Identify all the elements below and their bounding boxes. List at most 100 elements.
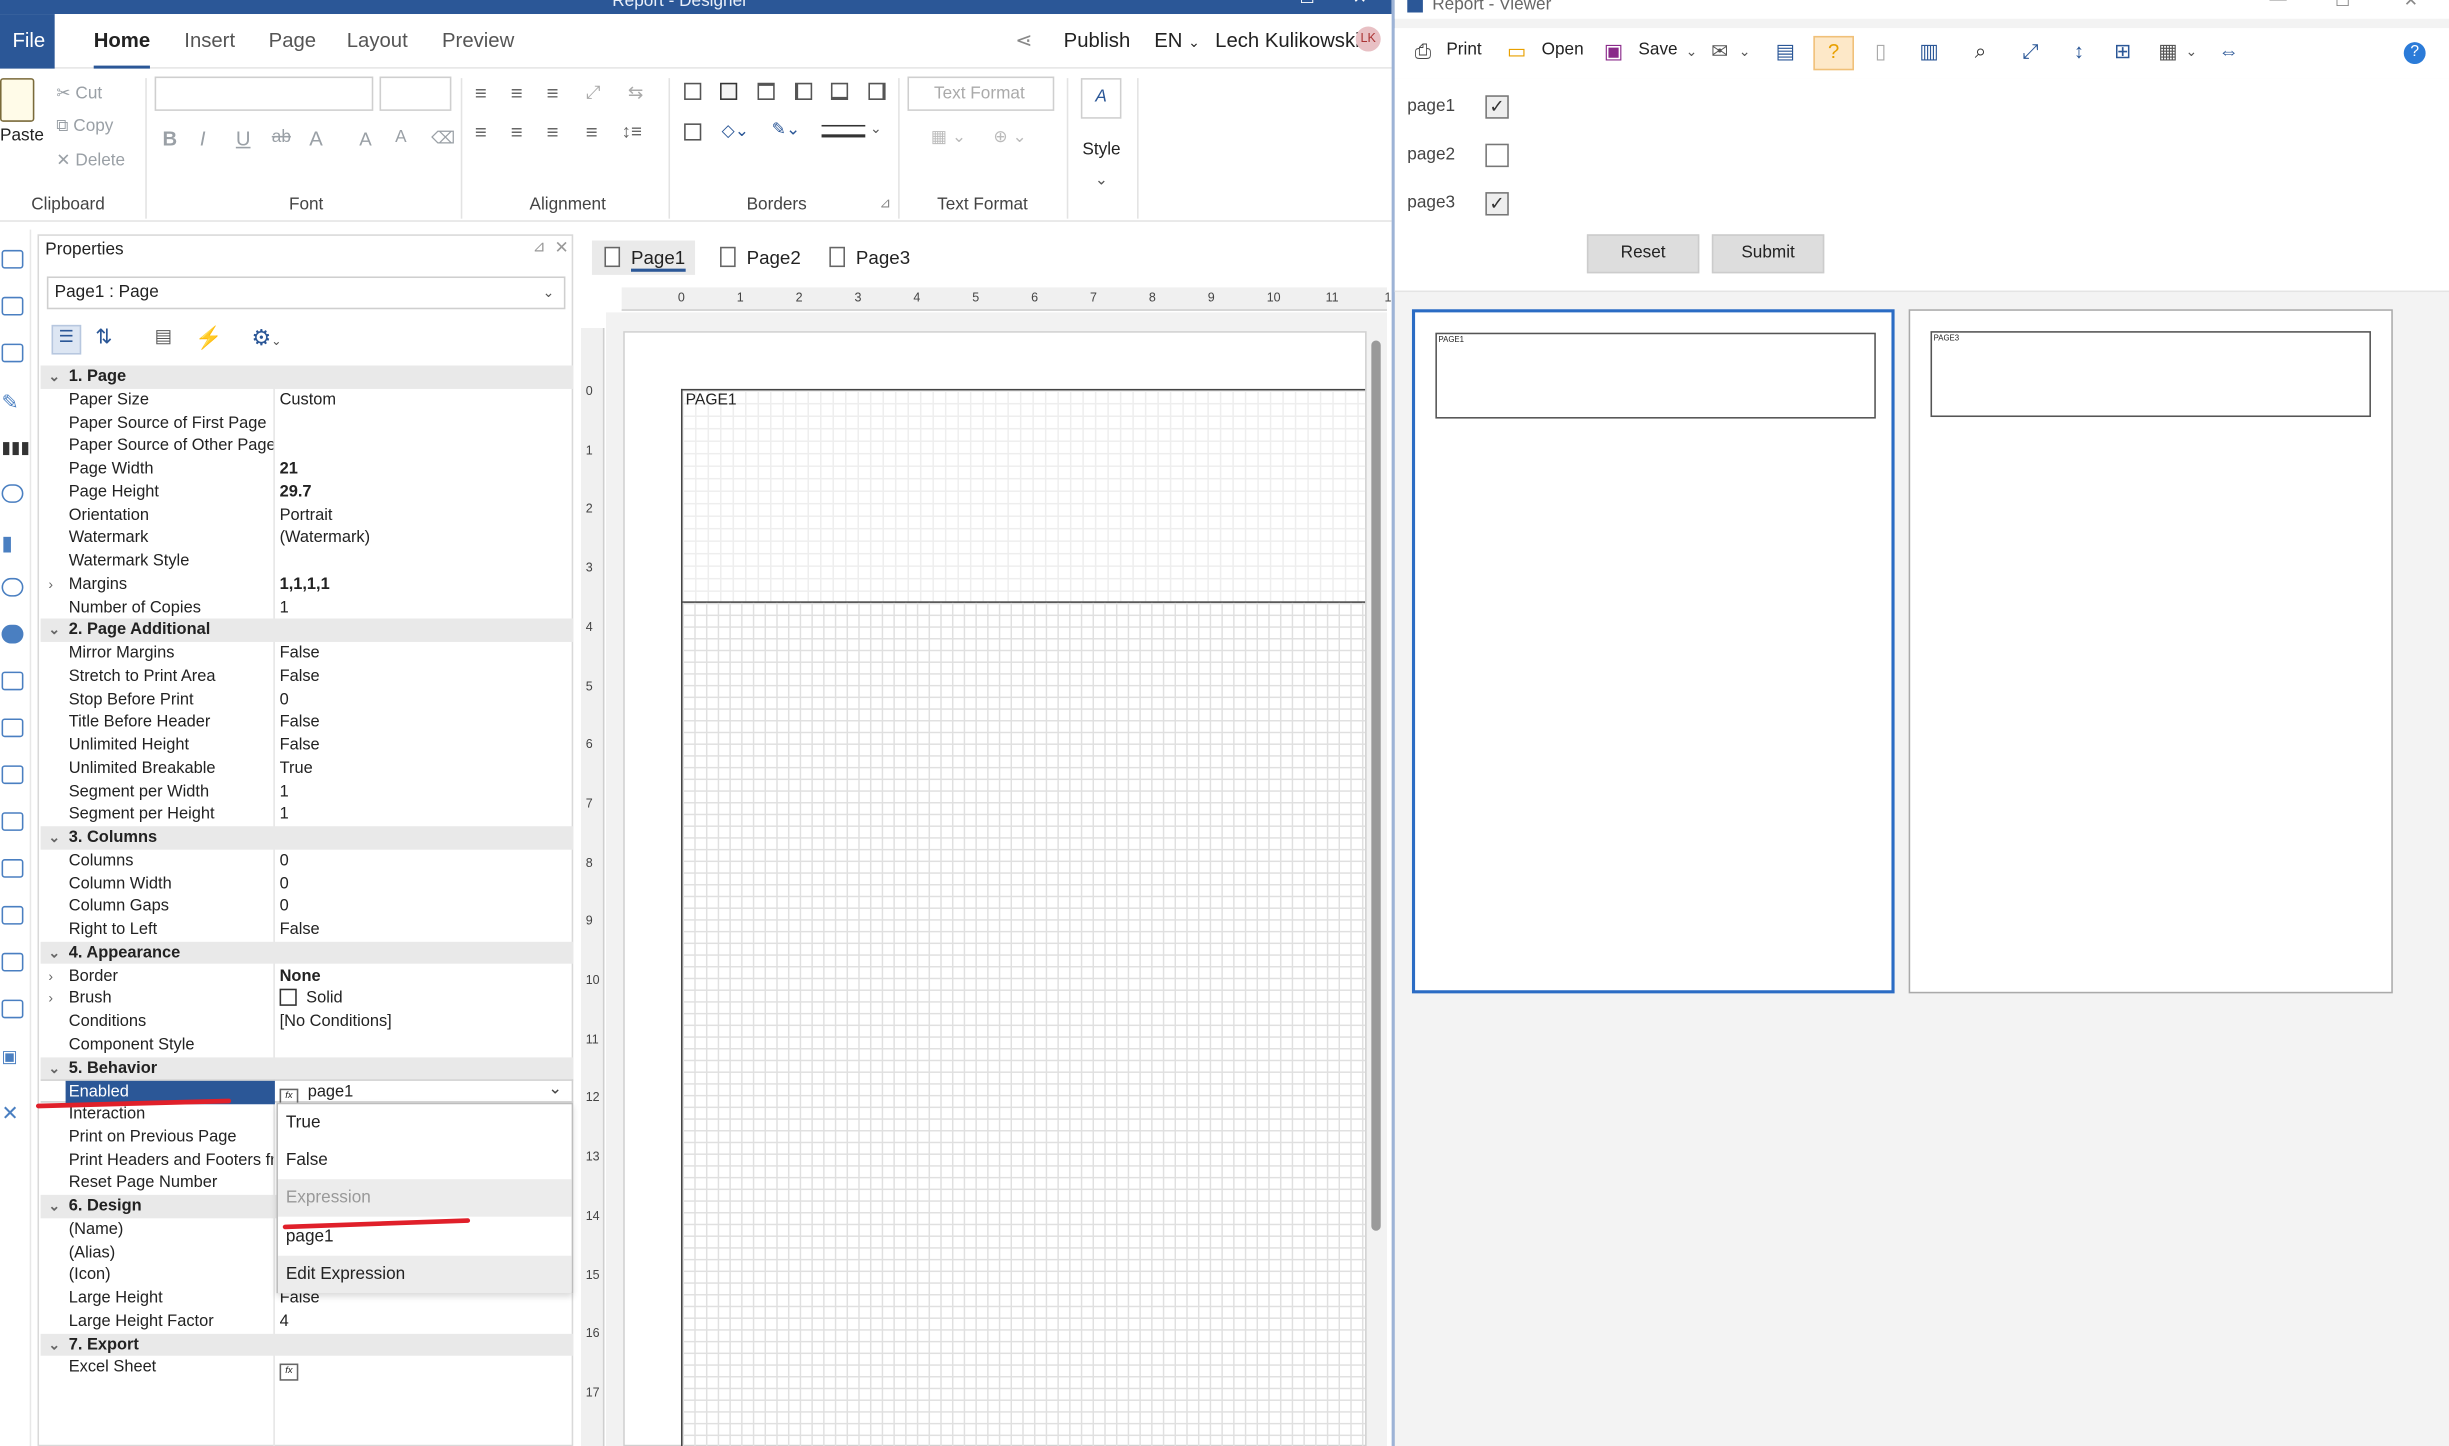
border-all-icon[interactable]: [684, 82, 702, 100]
close-panel-icon[interactable]: ✕: [554, 237, 568, 258]
font-size-select[interactable]: [379, 76, 452, 111]
page-band[interactable]: PAGE1: [680, 388, 1366, 603]
property-row[interactable]: Enabled fx page1 ⌄: [40, 1079, 574, 1107]
tab-page[interactable]: Page: [269, 14, 316, 69]
property-row[interactable]: Conditions [No Conditions]: [41, 1011, 574, 1034]
rich-text-icon[interactable]: [1, 765, 24, 785]
close-icon[interactable]: ✕: [2404, 0, 2418, 11]
property-value[interactable]: 1: [280, 803, 289, 826]
expand-icon[interactable]: ›: [48, 988, 53, 1011]
property-value[interactable]: True: [280, 757, 313, 780]
property-value[interactable]: (Watermark): [280, 527, 371, 550]
parameter-checkbox[interactable]: ✓: [1485, 95, 1509, 119]
property-row[interactable]: Title Before Header False: [41, 711, 574, 734]
strikethrough-icon[interactable]: ab: [272, 128, 291, 147]
vertical-scrollbar[interactable]: [1371, 340, 1381, 1231]
events-icon[interactable]: ⚡: [195, 325, 222, 352]
dropdown-edit-expression[interactable]: Edit Expression: [278, 1255, 572, 1294]
property-row[interactable]: Page Width 21: [41, 458, 574, 481]
property-value[interactable]: 4: [280, 1310, 289, 1333]
property-row[interactable]: Columns 0: [41, 849, 574, 872]
chevron-down-icon[interactable]: ⌄: [2179, 39, 2204, 64]
save-button[interactable]: Save: [1638, 41, 1677, 60]
property-category[interactable]: ⌄ 2. Page Additional: [40, 618, 574, 642]
text-icon[interactable]: [1, 671, 24, 691]
band-icon[interactable]: [1, 249, 24, 269]
multi-page-icon[interactable]: ⊞: [2110, 39, 2135, 64]
property-row[interactable]: Column Gaps 0: [41, 895, 574, 918]
clone-icon[interactable]: [1, 905, 24, 925]
eraser-icon[interactable]: ⌫: [431, 128, 455, 149]
property-value[interactable]: fx: [279, 1356, 308, 1382]
property-category[interactable]: ⌄ 5. Behavior: [40, 1056, 574, 1080]
property-row[interactable]: Orientation Portrait: [41, 504, 574, 527]
property-row[interactable]: Large Height Factor 4: [41, 1310, 574, 1333]
image-icon[interactable]: [1, 812, 24, 831]
style-icon[interactable]: A: [1080, 78, 1122, 119]
property-row[interactable]: Mirror Margins False: [41, 642, 574, 665]
underline-icon[interactable]: U: [236, 127, 251, 150]
tab-home[interactable]: Home: [93, 14, 151, 69]
dropdown-option-true[interactable]: True: [278, 1104, 572, 1141]
tab-insert[interactable]: Insert: [184, 14, 235, 69]
property-value[interactable]: Custom: [280, 389, 337, 412]
property-row[interactable]: Right to Left False: [41, 918, 574, 941]
tab-preview[interactable]: Preview: [442, 14, 514, 69]
property-value[interactable]: 0: [280, 872, 289, 895]
property-value[interactable]: 0: [280, 895, 289, 918]
property-row[interactable]: Excel Sheet fx: [41, 1356, 574, 1382]
property-row[interactable]: Number of Copies 1: [41, 596, 574, 619]
bookmarks-icon[interactable]: ▤: [1773, 39, 1798, 64]
page-width-icon[interactable]: ⇔: [2216, 39, 2241, 64]
border-right-icon[interactable]: [868, 82, 886, 100]
property-value[interactable]: False: [280, 918, 320, 941]
chevron-down-icon[interactable]: ⌄: [1095, 172, 1108, 189]
table-icon[interactable]: [1, 296, 24, 316]
property-row[interactable]: Paper Source of Other Pages: [41, 435, 574, 458]
paste-button[interactable]: Paste: [0, 127, 44, 146]
fill-color-icon[interactable]: ◇⌄: [722, 120, 750, 141]
categorized-icon[interactable]: ☰: [51, 324, 82, 355]
shapes-icon[interactable]: [1, 484, 24, 503]
border-left-icon[interactable]: [795, 82, 813, 100]
cross-band-icon[interactable]: [1, 343, 24, 363]
sub-report-icon[interactable]: [1, 952, 24, 972]
properties-view-icon[interactable]: ▤: [155, 325, 173, 347]
share-icon[interactable]: ⋖: [1015, 14, 1032, 69]
picture-icon[interactable]: ▣: [2, 1046, 24, 1067]
publish-button[interactable]: Publish: [1064, 14, 1131, 69]
bold-icon[interactable]: B: [162, 127, 177, 150]
format-icon[interactable]: ▦ ⌄: [931, 127, 966, 147]
property-row[interactable]: › Brush Solid: [41, 988, 574, 1011]
chevron-down-icon[interactable]: ⌄: [870, 120, 882, 137]
align-middle-icon[interactable]: ≡: [511, 81, 523, 104]
pin-icon[interactable]: ⊿: [533, 239, 546, 256]
borders-dialog-icon[interactable]: ⊿: [879, 195, 891, 212]
align-left-icon[interactable]: ≡: [475, 120, 487, 143]
report-page-2[interactable]: PAGE3: [1908, 309, 2393, 994]
property-value[interactable]: 1: [280, 596, 289, 619]
maximize-icon[interactable]: ☐: [2335, 0, 2350, 11]
paste-icon[interactable]: [0, 78, 35, 122]
expand-icon[interactable]: ›: [48, 964, 53, 987]
align-center-icon[interactable]: ≡: [511, 120, 523, 143]
format-number-icon[interactable]: ⊕ ⌄: [993, 127, 1027, 147]
user-name[interactable]: Lech Kulikowski: [1215, 14, 1359, 69]
report-page-1[interactable]: PAGE1: [1411, 309, 1895, 994]
maximize-icon[interactable]: ☐: [1300, 0, 1315, 8]
border-bottom-icon[interactable]: [830, 82, 849, 100]
property-category[interactable]: ⌄ 3. Columns: [40, 826, 574, 850]
textbox-icon[interactable]: [1, 718, 24, 738]
page-tab-1[interactable]: Page1: [591, 240, 696, 275]
tools-icon[interactable]: ✕: [2, 1101, 24, 1124]
zoom-page-height-icon[interactable]: ↕: [2066, 39, 2091, 64]
italic-icon[interactable]: I: [200, 127, 206, 150]
collapse-icon[interactable]: ⌄: [48, 1057, 60, 1080]
page-grid[interactable]: [680, 602, 1366, 1446]
property-category[interactable]: ⌄ 4. Appearance: [40, 941, 574, 965]
property-value[interactable]: False: [280, 665, 320, 688]
parameter-checkbox[interactable]: [1485, 143, 1509, 168]
property-value[interactable]: 29.7: [280, 481, 312, 504]
avatar[interactable]: LK: [1355, 26, 1381, 52]
close-icon[interactable]: ✕: [1353, 0, 1367, 8]
